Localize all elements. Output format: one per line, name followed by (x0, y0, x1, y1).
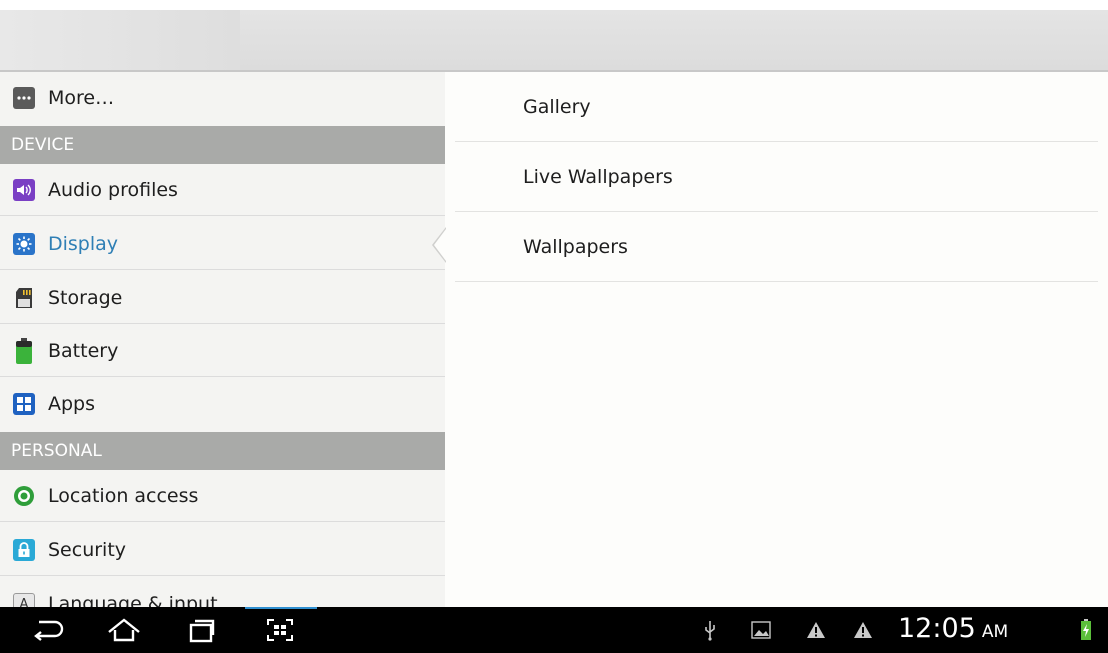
brightness-icon (13, 233, 35, 255)
settings-item-audio-profiles[interactable]: Audio profiles (0, 164, 445, 216)
settings-item-display[interactable]: Display (0, 218, 445, 270)
more-icon (13, 87, 35, 109)
clock-ampm: AM (981, 622, 1009, 642)
speaker-icon (13, 179, 35, 201)
divider (455, 281, 1098, 282)
battery-charging-icon (1078, 617, 1094, 643)
settings-item-apps-label: Apps (48, 393, 96, 415)
back-icon[interactable] (26, 613, 70, 647)
settings-item-security-label: Security (48, 539, 127, 561)
wallpaper-option-label: Gallery (523, 96, 591, 118)
status-clock[interactable]: 12:05 AM (898, 613, 1008, 647)
divider (0, 323, 445, 324)
wallpaper-option-label: Live Wallpapers (523, 166, 673, 188)
divider (0, 215, 445, 216)
settings-category-list: More… DEVICE Audio profiles Display Stor… (0, 72, 445, 607)
usb-icon (700, 617, 720, 643)
section-header-device: DEVICE (0, 126, 445, 164)
wallpaper-source-list: Gallery Live Wallpapers Wallpapers (445, 72, 1108, 607)
wallpaper-option-live-wallpapers[interactable]: Live Wallpapers (455, 142, 1098, 212)
settings-item-security[interactable]: Security (0, 524, 445, 576)
image-notification-icon (750, 617, 772, 643)
warning-icon-2 (852, 617, 874, 643)
settings-item-language-input-label: Language & input (48, 593, 218, 607)
settings-item-location-access[interactable]: Location access (0, 470, 445, 522)
settings-item-more-label: More… (48, 87, 115, 109)
divider (0, 575, 445, 576)
settings-item-storage-label: Storage (48, 287, 123, 309)
wallpaper-option-gallery[interactable]: Gallery (455, 72, 1098, 142)
clock-time: 12:05 (898, 613, 976, 644)
settings-item-language-input[interactable]: A Language & input (0, 578, 445, 607)
divider (0, 269, 445, 270)
settings-item-location-access-label: Location access (48, 485, 199, 507)
settings-item-apps[interactable]: Apps (0, 378, 445, 430)
wallpaper-option-label: Wallpapers (523, 236, 628, 258)
wallpaper-option-wallpapers[interactable]: Wallpapers (455, 212, 1098, 282)
active-indicator (245, 607, 317, 609)
settings-item-more[interactable]: More… (0, 72, 445, 124)
sd-card-icon (13, 287, 35, 309)
action-bar (0, 10, 1108, 72)
settings-item-audio-profiles-label: Audio profiles (48, 179, 178, 201)
divider (0, 521, 445, 522)
warning-icon (805, 617, 827, 643)
recent-apps-icon[interactable] (180, 613, 224, 647)
screenshot-icon[interactable] (258, 613, 302, 647)
settings-item-storage[interactable]: Storage (0, 272, 445, 324)
action-bar-highlight (0, 10, 240, 70)
settings-item-display-label: Display (48, 233, 119, 255)
apps-grid-icon (13, 393, 35, 415)
settings-item-battery-label: Battery (48, 340, 119, 362)
keyboard-letter-icon: A (13, 593, 35, 607)
selection-pointer-fill (434, 229, 446, 261)
location-target-icon (13, 485, 35, 507)
home-icon[interactable] (102, 613, 146, 647)
lock-icon (13, 539, 35, 561)
divider (0, 376, 445, 377)
system-navigation-bar: 12:05 AM (0, 607, 1108, 653)
settings-item-battery[interactable]: Battery (0, 325, 445, 377)
section-header-personal: PERSONAL (0, 432, 445, 470)
battery-icon (13, 338, 35, 364)
